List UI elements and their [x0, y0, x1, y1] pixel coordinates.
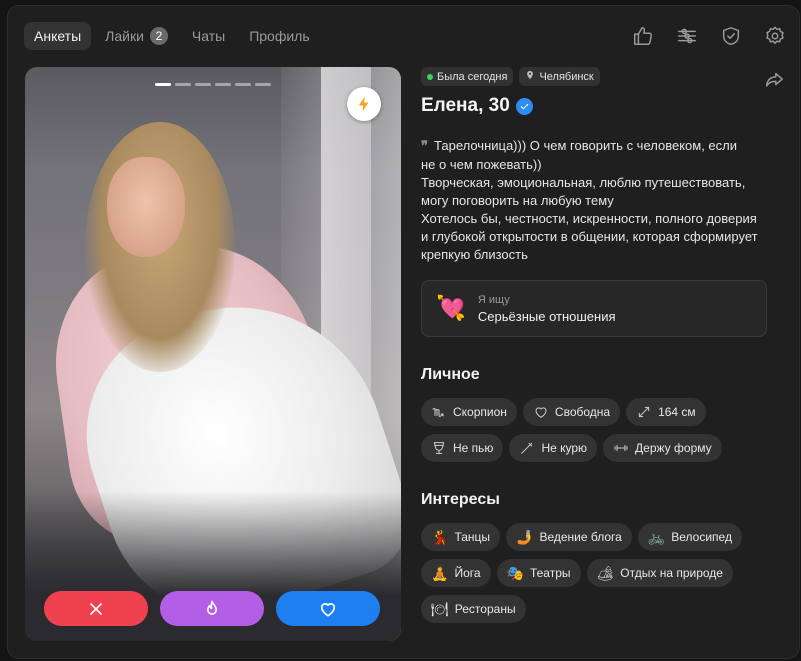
dislike-button[interactable] — [44, 591, 148, 626]
name-row: Елена, 30 — [421, 95, 773, 117]
toolbar — [631, 24, 787, 48]
filters-icon[interactable] — [675, 24, 699, 48]
chip-label: Театры — [529, 566, 571, 580]
theater-icon: 🎭 — [506, 565, 524, 581]
plate-icon: 🍽 — [431, 601, 449, 617]
online-dot-icon — [427, 73, 433, 80]
shield-icon[interactable] — [719, 24, 743, 48]
looking-for-card: 💘 Я ищу Серьёзные отношения — [421, 280, 767, 337]
tab-profile[interactable]: Профиль — [239, 22, 319, 50]
chip-label: Свободна — [554, 405, 611, 419]
heart-arrow-icon: 💘 — [436, 294, 466, 322]
selfie-icon: 🤳 — [516, 529, 534, 545]
interest-chip: 🤳 Ведение блога — [506, 523, 632, 551]
chip-label: Скорпион — [453, 405, 507, 419]
photo-indicator-dot[interactable] — [155, 83, 171, 86]
photo-figure — [107, 157, 185, 257]
tab-label: Чаты — [191, 28, 226, 44]
interest-chip: 🧘 Йога — [421, 559, 491, 587]
tab-likes[interactable]: Лайки 2 — [95, 22, 178, 50]
interest-chip: 🎭 Театры — [496, 559, 581, 587]
super-like-button[interactable] — [160, 591, 264, 626]
heart-icon — [320, 602, 336, 616]
status-text: Была сегодня — [437, 70, 508, 83]
settings-icon[interactable] — [763, 24, 787, 48]
likes-count-badge: 2 — [149, 27, 168, 45]
personal-section-title: Личное — [421, 366, 480, 383]
flame-icon — [207, 600, 217, 615]
yoga-icon: 🧘 — [431, 565, 449, 581]
chip-label: Велосипед — [671, 530, 732, 544]
tab-label: Анкеты — [34, 28, 82, 44]
like-button[interactable] — [276, 591, 380, 626]
chip-label: 164 см — [658, 405, 696, 419]
city-text: Челябинск — [539, 70, 594, 83]
bicycle-icon: 🚲 — [647, 529, 666, 545]
lightning-icon — [358, 96, 369, 112]
glass-icon — [433, 442, 445, 454]
share-icon — [765, 72, 783, 87]
interest-chips: 💃 Танцы 🤳 Ведение блога 🚲 Велосипед 🧘 Йога 🎭… — [421, 523, 771, 623]
chip-label: Не курю — [541, 441, 588, 455]
personal-chip: 164 см — [626, 398, 706, 426]
profile-bio: ❞ Тарелочница))) О чем говорить с человек… — [421, 137, 773, 264]
tab-ankety[interactable]: Анкеты — [24, 22, 92, 50]
tab-chats[interactable]: Чаты — [182, 22, 235, 50]
scorpio-icon — [432, 407, 444, 417]
top-nav: Анкеты Лайки 2 Чаты Профиль — [24, 22, 320, 50]
dumbbell-icon — [614, 444, 628, 452]
personal-chips: Скорпион Свободна 164 см Не пью Не курю … — [421, 398, 771, 462]
quote-icon: ❞ — [421, 139, 428, 154]
verified-icon — [515, 97, 533, 115]
looking-for-value: Серьёзные отношения — [477, 308, 616, 324]
personal-chip: Скорпион — [421, 398, 517, 426]
photo-indicator-dot[interactable] — [235, 83, 251, 86]
chip-label: Рестораны — [454, 602, 516, 616]
interest-chip: 💃 Танцы — [421, 523, 501, 551]
personal-chip: Не курю — [509, 434, 598, 462]
chip-label: Не пью — [453, 441, 494, 455]
dancer-icon: 💃 — [431, 529, 449, 545]
thumb-up-icon[interactable] — [631, 24, 655, 48]
interest-chip: 🏕 Отдых на природе — [586, 559, 733, 587]
close-icon — [90, 602, 102, 615]
chip-label: Ведение блога — [539, 530, 622, 544]
interests-section-title: Интересы — [421, 491, 500, 508]
chip-label: Держу форму — [635, 441, 712, 455]
heart-outline-icon — [535, 407, 547, 418]
personal-chip: Держу форму — [603, 434, 722, 462]
tab-label: Профиль — [249, 28, 310, 44]
interest-chip: 🚲 Велосипед — [637, 523, 742, 551]
chip-label: Отдых на природе — [620, 566, 723, 580]
photo-indicator-dot[interactable] — [215, 83, 231, 86]
tab-label: Лайки — [105, 28, 144, 44]
interest-chip: 🍽 Рестораны — [421, 595, 526, 623]
no-smoking-icon — [521, 442, 533, 454]
photo-indicator-dot[interactable] — [255, 83, 271, 86]
bio-text: Тарелочница))) О чем говорить с человеко… — [421, 138, 758, 262]
photo-indicator-dot[interactable] — [175, 83, 191, 86]
online-status-badge: Была сегодня — [421, 67, 514, 86]
share-button[interactable] — [763, 69, 787, 93]
app-window: Анкеты Лайки 2 Чаты Профиль Была сегодня… — [7, 5, 800, 659]
looking-for-label: Я ищу — [477, 293, 510, 306]
profile-info: Была сегодня Челябинск Елена, 30 ❞ Тарело… — [421, 67, 783, 623]
personal-chip: Свободна — [522, 398, 621, 426]
profile-name: Елена, 30 — [421, 95, 510, 116]
chip-label: Танцы — [454, 530, 491, 544]
height-icon — [638, 406, 650, 418]
chip-label: Йога — [454, 566, 481, 580]
photo-indicator-dot[interactable] — [195, 83, 211, 86]
profile-photo[interactable] — [25, 67, 401, 641]
photo-indicator — [155, 83, 271, 86]
personal-chip: Не пью — [421, 434, 504, 462]
city-badge: Челябинск — [519, 67, 600, 86]
camping-icon: 🏕 — [596, 565, 615, 581]
status-row: Была сегодня Челябинск — [421, 67, 773, 86]
boost-button[interactable] — [347, 87, 381, 121]
location-pin-icon — [525, 70, 535, 83]
action-buttons — [44, 591, 380, 626]
